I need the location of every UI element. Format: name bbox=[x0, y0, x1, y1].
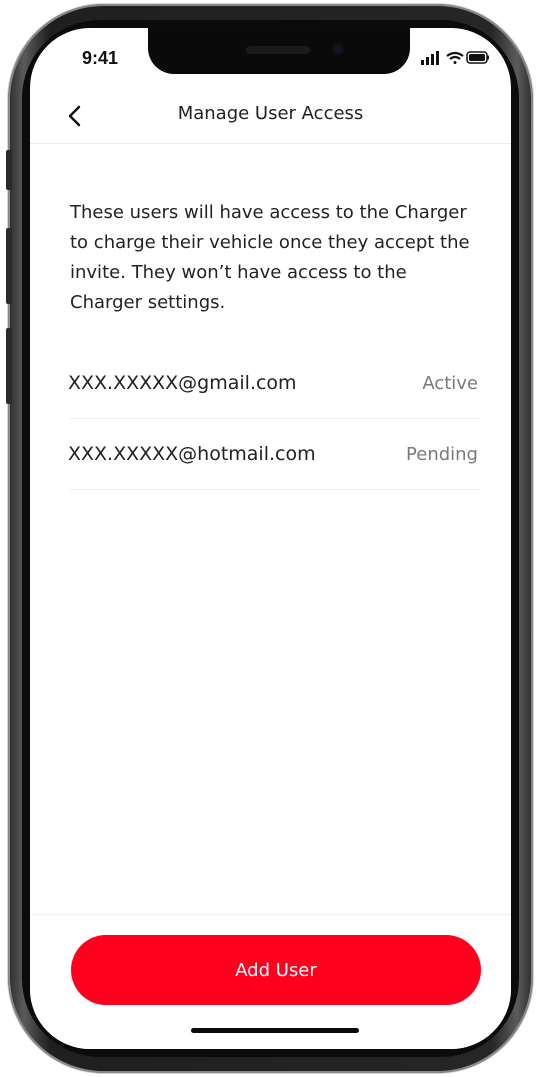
header-divider bbox=[30, 143, 511, 144]
battery-icon bbox=[466, 51, 489, 64]
page-title: Manage User Access bbox=[177, 103, 364, 124]
user-status: Active bbox=[422, 372, 478, 394]
signal-bars-icon bbox=[421, 51, 439, 65]
front-camera bbox=[332, 43, 344, 55]
app-screen: 9:41 Manage User Access These users will… bbox=[30, 28, 511, 1049]
user-email: XXX.XXXXX@hotmail.com bbox=[68, 443, 316, 465]
speaker bbox=[246, 46, 310, 54]
user-email: XXX.XXXXX@gmail.com bbox=[68, 372, 297, 394]
user-status: Pending bbox=[406, 443, 478, 465]
user-list: XXX.XXXXX@gmail.com Active XXX.XXXXX@hot… bbox=[68, 348, 480, 490]
phone-device: 9:41 Manage User Access These users will… bbox=[0, 0, 541, 1077]
access-description: These users will have access to the Char… bbox=[70, 202, 470, 313]
user-row[interactable]: XXX.XXXXX@gmail.com Active bbox=[68, 348, 480, 419]
mute-switch bbox=[6, 150, 12, 190]
wifi-icon bbox=[446, 51, 464, 64]
volume-down-button bbox=[6, 328, 12, 404]
user-row[interactable]: XXX.XXXXX@hotmail.com Pending bbox=[68, 419, 480, 490]
status-time: 9:41 bbox=[82, 48, 119, 68]
home-indicator bbox=[191, 1028, 359, 1033]
status-icons bbox=[421, 51, 489, 65]
add-user-button[interactable]: Add User bbox=[71, 935, 481, 1005]
volume-up-button bbox=[6, 228, 12, 304]
